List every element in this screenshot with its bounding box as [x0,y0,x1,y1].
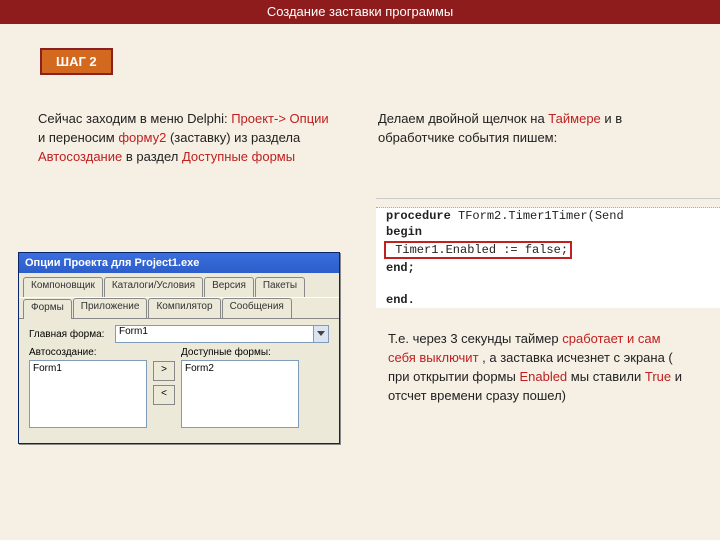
text-red: форму2 [118,130,166,145]
tab-formy[interactable]: Формы [23,299,72,319]
text: Сейчас заходим в меню Delphi: [38,111,231,126]
text-red: Enabled [519,369,567,384]
page-header: Создание заставки программы [0,0,720,24]
tab-row-top: Компоновщик Каталоги/Условия Версия Паке… [19,273,339,297]
text-red: Таймере [548,111,600,126]
main-form-value: Form1 [119,326,148,337]
step-label: ШАГ 2 [56,54,97,69]
tab-soobshcheniya[interactable]: Сообщения [222,298,292,318]
code-line: end; [376,260,720,276]
dialog-panel: Главная форма: Form1 Автосоздание: Form1… [19,318,339,432]
move-buttons: > < [153,361,175,428]
chevron-down-icon [317,331,325,336]
text: в раздел [126,149,182,164]
text: (заставку) из раздела [170,130,300,145]
code-highlight: Timer1.Enabled := false; [384,241,572,259]
text-red: True [645,369,671,384]
tab-kompоnovshchik[interactable]: Компоновщик [23,277,103,297]
right-paragraph-2: Т.е. через 3 секунды таймер сработает и … [388,330,688,405]
tab-row-bottom: Формы Приложение Компилятор Сообщения [19,297,339,318]
dialog-title: Опции Проекта для Project1.exe [19,253,339,273]
code-gutter [376,199,720,208]
text-red: Доступные формы [182,149,295,164]
auto-create-col: Автосоздание: Form1 [29,347,147,428]
main-form-label: Главная форма: [29,329,115,340]
code-line: end. [376,292,720,308]
tab-katalogi[interactable]: Каталоги/Условия [104,277,203,297]
tab-versiya[interactable]: Версия [204,277,254,297]
page-title: Создание заставки программы [267,4,453,19]
main-form-combo[interactable]: Form1 [115,325,329,343]
main-form-row: Главная форма: Form1 [29,325,329,343]
auto-create-label: Автосоздание: [29,347,147,358]
keyword: procedure [386,209,451,223]
move-right-button[interactable]: > [153,361,175,381]
text: Т.е. через 3 секунды таймер [388,331,562,346]
project-options-dialog: Опции Проекта для Project1.exe Компоновщ… [18,252,340,444]
text: мы ставили [571,369,645,384]
tab-prilozhenie[interactable]: Приложение [73,298,148,318]
lists-row: Автосоздание: Form1 > < Доступные формы:… [29,347,329,428]
text: и переносим [38,130,118,145]
code-line: begin [376,224,720,240]
step-badge: ШАГ 2 [40,48,113,75]
code-line: procedure TForm2.Timer1Timer(Send [376,208,720,224]
tab-kompilyator[interactable]: Компилятор [148,298,220,318]
code-text: TForm2.Timer1Timer(Send [451,209,624,223]
available-listbox[interactable]: Form2 [181,360,299,428]
code-line [376,276,720,292]
left-paragraph: Сейчас заходим в меню Delphi: Проект-> О… [38,110,338,167]
available-label: Доступные формы: [181,347,299,358]
available-col: Доступные формы: Form2 [181,347,299,428]
right-paragraph: Делаем двойной щелчок на Таймере и в обр… [378,110,688,148]
move-left-button[interactable]: < [153,385,175,405]
tab-pakety[interactable]: Пакеты [255,277,305,297]
text: Делаем двойной щелчок на [378,111,548,126]
text-red: Проект-> Опции [231,111,328,126]
code-snippet: procedure TForm2.Timer1Timer(Send begin … [376,198,720,308]
text-red: Автосоздание [38,149,122,164]
auto-create-listbox[interactable]: Form1 [29,360,147,428]
